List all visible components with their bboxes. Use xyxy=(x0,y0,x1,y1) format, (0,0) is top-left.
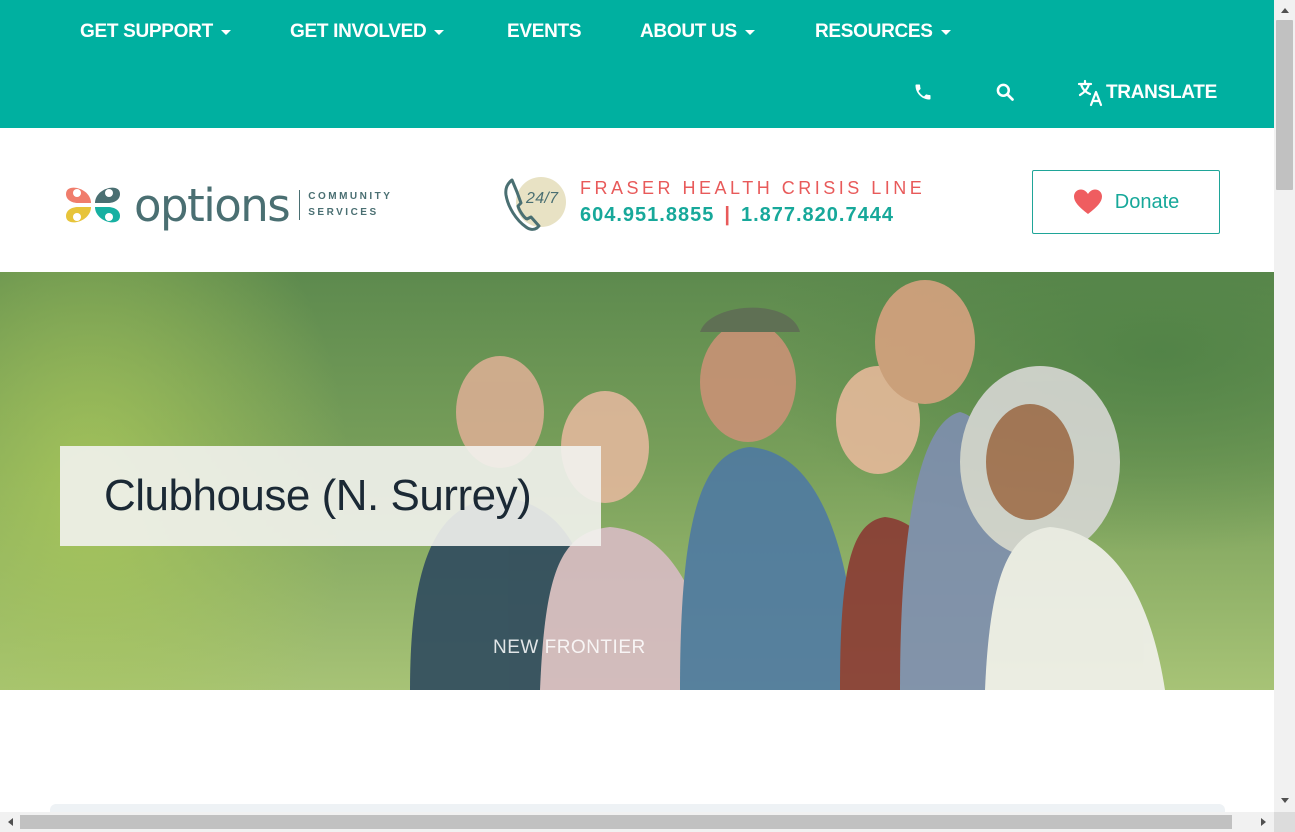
heart-icon xyxy=(1073,188,1103,216)
nav-get-involved-label: GET INVOLVED xyxy=(290,21,427,42)
scroll-left-arrow-icon[interactable] xyxy=(2,812,18,832)
clover-hearts-logo-icon xyxy=(62,174,124,236)
phone-icon[interactable] xyxy=(911,80,935,104)
nav-about-us[interactable]: ABOUT US xyxy=(640,18,755,46)
nav-events-label: EVENTS xyxy=(507,21,582,42)
caret-down-icon xyxy=(220,29,231,35)
donate-button[interactable]: Donate xyxy=(1032,170,1220,234)
horizontal-scroll-thumb[interactable] xyxy=(20,815,1232,829)
translate-label: TRANSLATE xyxy=(1106,82,1217,103)
nav-resources-label: RESOURCES xyxy=(815,21,933,42)
logo-subtitle-line-1: COMMUNITY xyxy=(308,191,393,202)
donate-label: Donate xyxy=(1114,190,1180,213)
browser-viewport: GET SUPPORT GET INVOLVED EVENTS ABOUT US… xyxy=(0,0,1274,812)
crisis-numbers: 604.951.8855 | 1.877.820.7444 xyxy=(580,204,925,227)
nav-get-involved[interactable]: GET INVOLVED xyxy=(290,18,445,46)
crisis-number-separator: | xyxy=(724,203,731,226)
top-navigation: GET SUPPORT GET INVOLVED EVENTS ABOUT US… xyxy=(0,0,1274,128)
phone-24-7-icon: 24/7 xyxy=(502,170,568,234)
site-logo[interactable]: options COMMUNITY SERVICES xyxy=(62,172,422,238)
crisis-line: 24/7 FRASER HEALTH CRISIS LINE 604.951.8… xyxy=(502,170,925,234)
nav-events[interactable]: EVENTS xyxy=(507,18,582,46)
nav-about-us-label: ABOUT US xyxy=(640,21,737,42)
crisis-number-tollfree[interactable]: 1.877.820.7444 xyxy=(741,204,894,226)
crisis-title: FRASER HEALTH CRISIS LINE xyxy=(580,177,926,198)
scroll-right-arrow-icon[interactable] xyxy=(1255,812,1271,832)
caret-down-icon xyxy=(940,29,951,35)
crisis-badge: 24/7 xyxy=(526,190,559,207)
vertical-scroll-thumb[interactable] xyxy=(1276,20,1293,190)
nav-get-support-label: GET SUPPORT xyxy=(80,21,213,42)
content-card xyxy=(50,804,1225,812)
nav-resources[interactable]: RESOURCES xyxy=(815,18,951,46)
caret-down-icon xyxy=(434,29,445,35)
logo-subtitle: COMMUNITY SERVICES xyxy=(308,189,392,221)
hero-banner: Clubhouse (N. Surrey) NEW FRONTIER xyxy=(0,272,1274,690)
site-header: options COMMUNITY SERVICES 24/7 FRASER H… xyxy=(0,128,1274,272)
scrollbar-corner xyxy=(1274,812,1295,832)
horizontal-scrollbar[interactable] xyxy=(0,812,1274,832)
logo-wordmark: options xyxy=(134,178,291,232)
hero-title-box: Clubhouse (N. Surrey) xyxy=(60,446,601,546)
translate-icon xyxy=(1076,78,1106,108)
logo-subtitle-line-2: SERVICES xyxy=(308,207,379,218)
crisis-text: FRASER HEALTH CRISIS LINE 604.951.8855 | 1… xyxy=(580,178,925,227)
crisis-number-local[interactable]: 604.951.8855 xyxy=(580,204,714,226)
translate-button[interactable]: TRANSLATE xyxy=(1076,78,1217,108)
scroll-down-arrow-icon[interactable] xyxy=(1274,792,1295,808)
logo-divider xyxy=(299,190,301,220)
caret-down-icon xyxy=(744,29,755,35)
page-title: Clubhouse (N. Surrey) xyxy=(104,471,532,520)
scroll-up-arrow-icon[interactable] xyxy=(1274,2,1295,18)
nav-get-support[interactable]: GET SUPPORT xyxy=(80,18,231,46)
vertical-scrollbar[interactable] xyxy=(1274,0,1295,812)
search-icon[interactable] xyxy=(993,80,1017,104)
hero-caption: NEW FRONTIER xyxy=(493,637,646,658)
